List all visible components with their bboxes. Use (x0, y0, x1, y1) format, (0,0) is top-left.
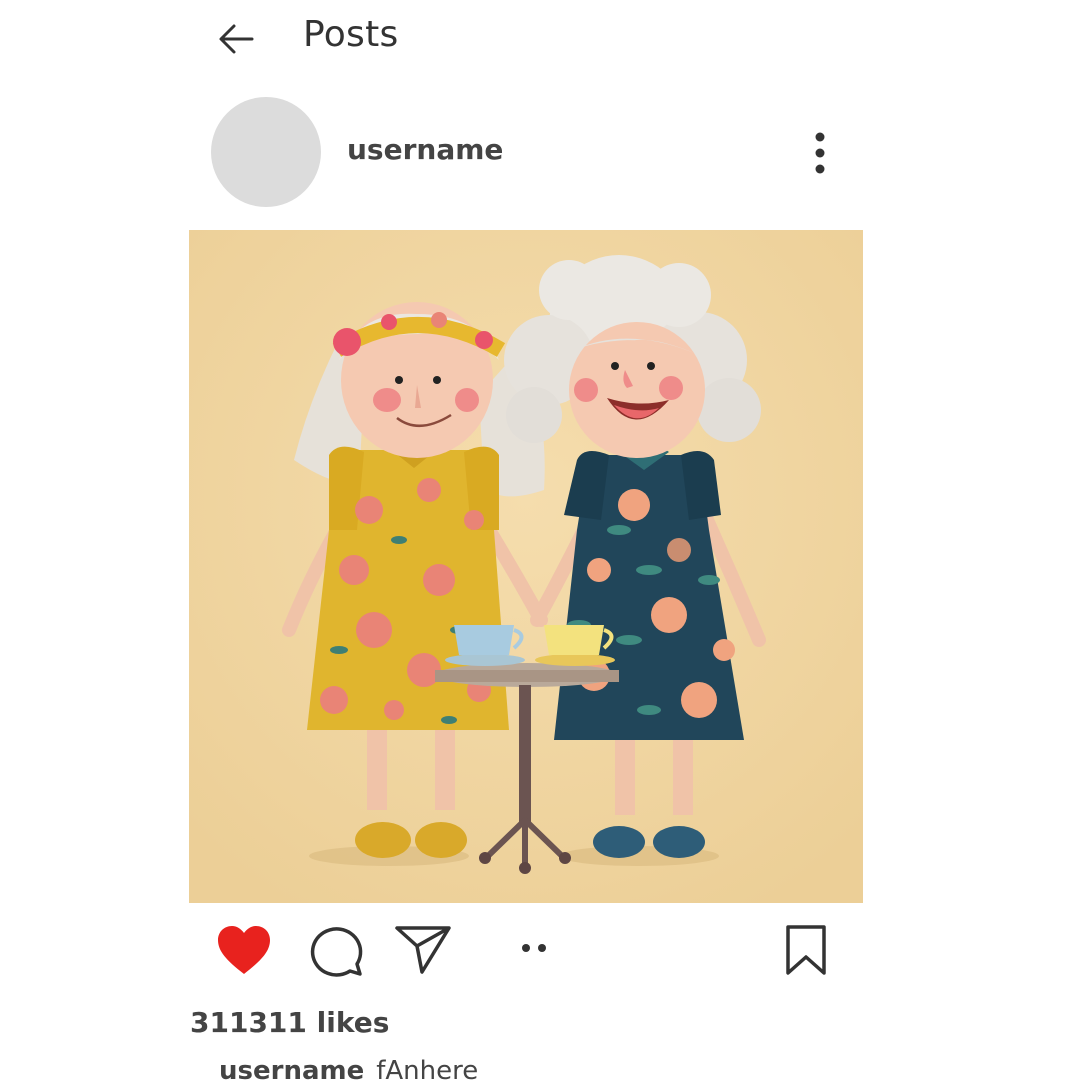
likes-count[interactable]: 311311 likes (190, 1006, 389, 1039)
caption: username fAnhere (219, 1056, 478, 1080)
page-title: Posts (303, 14, 399, 55)
like-button[interactable] (216, 924, 272, 976)
comment-button[interactable] (306, 922, 364, 978)
back-button[interactable] (218, 22, 254, 56)
caption-username[interactable]: username (219, 1056, 364, 1080)
paper-plane-icon (395, 926, 451, 974)
caption-text: fAnhere (376, 1056, 479, 1080)
post-detail-screen: Posts username 311311 likes username fAn… (0, 0, 1080, 1080)
post-image[interactable] (189, 230, 863, 903)
save-button[interactable] (784, 924, 828, 976)
speech-bubble-icon (310, 927, 363, 977)
bookmark-icon (786, 925, 826, 975)
post-username[interactable]: username (347, 133, 503, 166)
more-vertical-icon (815, 132, 825, 174)
heart-filled-icon (218, 926, 270, 974)
share-button[interactable] (394, 922, 452, 976)
carousel-dots-icon (522, 944, 546, 952)
avatar[interactable] (211, 97, 321, 207)
more-options-button[interactable] (806, 130, 834, 178)
arrow-left-icon (219, 24, 254, 54)
carousel-dots (516, 940, 552, 954)
